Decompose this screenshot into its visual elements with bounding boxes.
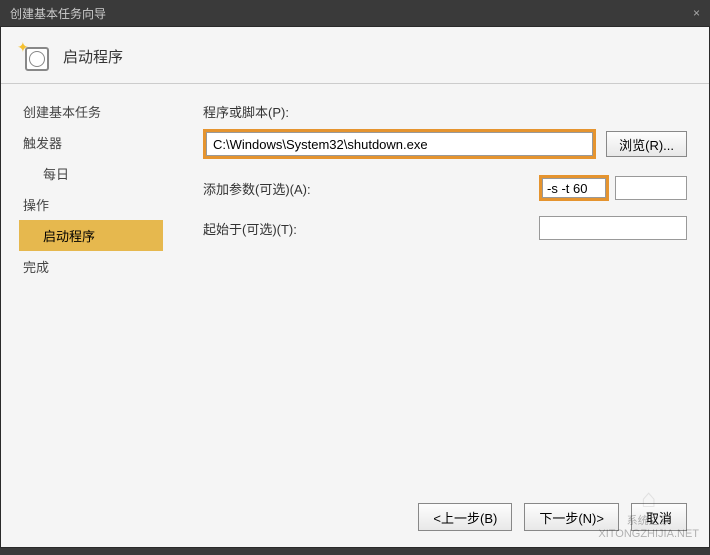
program-input-highlight — [203, 129, 596, 159]
wizard-footer: <上一步(B) 下一步(N)> 取消 — [418, 503, 687, 531]
args-row: 添加参数(可选)(A): — [203, 173, 687, 203]
window-title: 创建基本任务向导 — [10, 5, 106, 22]
sidebar-item-daily[interactable]: 每日 — [19, 158, 163, 189]
cancel-button[interactable]: 取消 — [631, 503, 687, 531]
wizard-sidebar: 创建基本任务 触发器 每日 操作 启动程序 完成 — [1, 84, 163, 494]
clock-icon — [25, 47, 49, 71]
sidebar-item-trigger[interactable]: 触发器 — [19, 127, 163, 158]
args-label: 添加参数(可选)(A): — [203, 179, 333, 198]
program-label: 程序或脚本(P): — [203, 102, 333, 121]
close-icon[interactable]: × — [693, 6, 700, 20]
startin-label: 起始于(可选)(T): — [203, 219, 333, 238]
window-titlebar: 创建基本任务向导 × — [0, 0, 710, 26]
startin-row: 起始于(可选)(T): — [203, 213, 687, 243]
sidebar-item-start-program[interactable]: 启动程序 — [19, 220, 163, 251]
sidebar-item-finish[interactable]: 完成 — [19, 251, 163, 282]
program-input[interactable] — [206, 132, 593, 156]
sidebar-item-create-task[interactable]: 创建基本任务 — [19, 96, 163, 127]
sidebar-item-action[interactable]: 操作 — [19, 189, 163, 220]
main-area: 创建基本任务 触发器 每日 操作 启动程序 完成 程序或脚本(P): 浏览(R)… — [1, 84, 709, 494]
args-input-highlight — [539, 175, 609, 201]
browse-button[interactable]: 浏览(R)... — [606, 131, 687, 157]
wizard-content: ✦ 启动程序 创建基本任务 触发器 每日 操作 启动程序 完成 程序或脚本(P)… — [0, 26, 710, 548]
startin-input[interactable] — [539, 216, 687, 240]
args-input[interactable] — [542, 178, 606, 198]
args-input-extra[interactable] — [615, 176, 687, 200]
form-area: 程序或脚本(P): 浏览(R)... 添加参数(可选)(A): 起始于(可选)(… — [163, 84, 709, 494]
wizard-title: 启动程序 — [63, 46, 123, 67]
wizard-header: ✦ 启动程序 — [1, 27, 709, 83]
next-button[interactable]: 下一步(N)> — [524, 503, 619, 531]
wizard-icon: ✦ — [19, 41, 49, 71]
program-row: 浏览(R)... — [203, 129, 687, 159]
back-button[interactable]: <上一步(B) — [418, 503, 512, 531]
